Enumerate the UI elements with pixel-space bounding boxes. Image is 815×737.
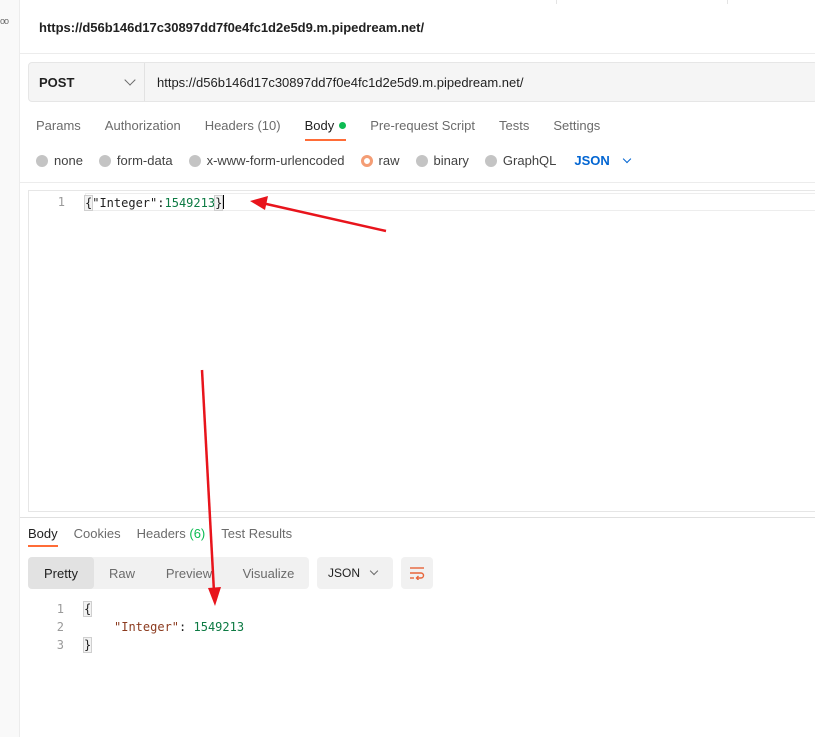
response-code-line: "Integer": 1549213 <box>114 620 244 634</box>
tab-headers[interactable]: Headers (10) <box>205 118 281 141</box>
tab-label: Body <box>28 526 58 541</box>
line-number: 3 <box>56 638 64 652</box>
mode-label: GraphQL <box>502 153 557 168</box>
view-preview-button[interactable]: Preview <box>150 557 228 589</box>
code-line[interactable]: {"Integer":1549213} <box>83 195 225 211</box>
divider <box>20 182 815 183</box>
json-colon: : <box>179 620 187 634</box>
mode-raw[interactable]: raw <box>360 153 400 168</box>
tab-count: (6) <box>189 526 206 541</box>
view-raw-button[interactable]: Raw <box>94 557 150 589</box>
format-label: JSON <box>328 566 361 580</box>
request-title[interactable]: https://d56b146d17c30897dd7f0e4fc1d2e5d9… <box>39 20 424 35</box>
radio-icon <box>415 154 428 167</box>
tab-strip <box>20 0 815 4</box>
json-key: "Integer" <box>92 196 158 210</box>
open-brace: { <box>82 601 93 617</box>
view-visualize-button[interactable]: Visualize <box>228 557 309 589</box>
method-select[interactable]: POST <box>29 63 145 101</box>
radio-icon <box>36 154 48 167</box>
json-value: 1549213 <box>193 620 245 634</box>
response-code-line: { <box>82 601 93 617</box>
wrap-lines-button[interactable] <box>401 557 433 589</box>
json-colon: : <box>157 196 165 210</box>
line-number: 2 <box>56 620 64 634</box>
response-tabs: Body Cookies Headers (6) Test Results <box>28 526 308 547</box>
mode-label: raw <box>378 153 400 168</box>
tab-label: Params <box>36 118 81 133</box>
json-value: 1549213 <box>164 196 216 210</box>
tab-cookies[interactable]: Cookies <box>74 526 121 547</box>
chevron-down-icon <box>622 154 632 163</box>
tab-label: Tests <box>498 118 530 133</box>
tab-params[interactable]: Params <box>36 118 81 141</box>
view-pretty-button[interactable]: Pretty <box>28 557 94 589</box>
request-tabs: Params Authorization Headers (10) Body P… <box>36 118 624 141</box>
tab-label: Pre-request Script <box>370 118 475 133</box>
tab-label: Headers <box>136 526 186 541</box>
json-key: "Integer" <box>114 620 180 634</box>
wrap-lines-icon <box>410 567 425 580</box>
text-caret <box>222 195 225 209</box>
tab-label: Authorization <box>104 118 181 133</box>
tab-body[interactable]: Body <box>304 118 347 141</box>
body-mode-selector: none form-data x-www-form-urlencoded raw… <box>36 153 632 168</box>
tab-authorization[interactable]: Authorization <box>105 118 181 141</box>
response-code-line: } <box>82 637 93 653</box>
tab-pre-request-script[interactable]: Pre-request Script <box>370 118 475 141</box>
left-sidebar-rail: oo <box>0 0 20 737</box>
tab-tests[interactable]: Tests <box>499 118 529 141</box>
tab-response-headers[interactable]: Headers (6) <box>137 526 206 547</box>
rail-more-icon[interactable]: oo <box>0 16 9 26</box>
mode-x-www-form-urlencoded[interactable]: x-www-form-urlencoded <box>188 153 345 168</box>
tab-test-results[interactable]: Test Results <box>221 526 292 547</box>
mode-graphql[interactable]: GraphQL <box>484 153 557 168</box>
language-select[interactable]: JSON <box>574 153 632 168</box>
mode-label: binary <box>433 153 469 168</box>
mode-form-data[interactable]: form-data <box>98 153 173 168</box>
tab-label: Cookies <box>73 526 121 541</box>
line-number: 1 <box>57 195 65 209</box>
open-tab-edge[interactable] <box>556 0 728 4</box>
tab-label: Test Results <box>221 526 293 541</box>
url-input[interactable]: https://d56b146d17c30897dd7f0e4fc1d2e5d9… <box>145 75 815 90</box>
response-format-select[interactable]: JSON <box>317 557 393 589</box>
radio-icon <box>188 154 201 167</box>
tab-settings[interactable]: Settings <box>553 118 600 141</box>
mode-binary[interactable]: binary <box>415 153 469 168</box>
radio-icon <box>484 154 497 167</box>
mode-none[interactable]: none <box>36 153 83 168</box>
tab-count: (10) <box>257 118 281 133</box>
mode-label: form-data <box>116 153 173 168</box>
url-bar: POST https://d56b146d17c30897dd7f0e4fc1d… <box>28 62 815 102</box>
tab-label: Settings <box>553 118 601 133</box>
tab-label: Headers <box>204 118 254 133</box>
mode-label: x-www-form-urlencoded <box>206 153 345 168</box>
chevron-down-icon <box>369 566 379 576</box>
radio-selected-icon <box>360 154 373 167</box>
modified-dot-icon <box>339 122 347 129</box>
radio-icon <box>98 154 111 167</box>
request-body-editor[interactable]: 1 {"Integer":1549213} <box>28 190 815 512</box>
method-label: POST <box>39 74 75 90</box>
tab-response-body[interactable]: Body <box>28 526 58 547</box>
mode-label: none <box>54 153 83 168</box>
response-view-toggle: Pretty Raw Preview Visualize <box>28 557 309 589</box>
divider <box>20 517 815 518</box>
divider <box>20 53 815 54</box>
tab-label: Body <box>304 118 335 133</box>
line-number: 1 <box>56 602 64 616</box>
close-brace: } <box>214 195 224 211</box>
close-brace: } <box>82 637 93 653</box>
language-label: JSON <box>574 153 610 168</box>
chevron-down-icon <box>124 74 136 86</box>
